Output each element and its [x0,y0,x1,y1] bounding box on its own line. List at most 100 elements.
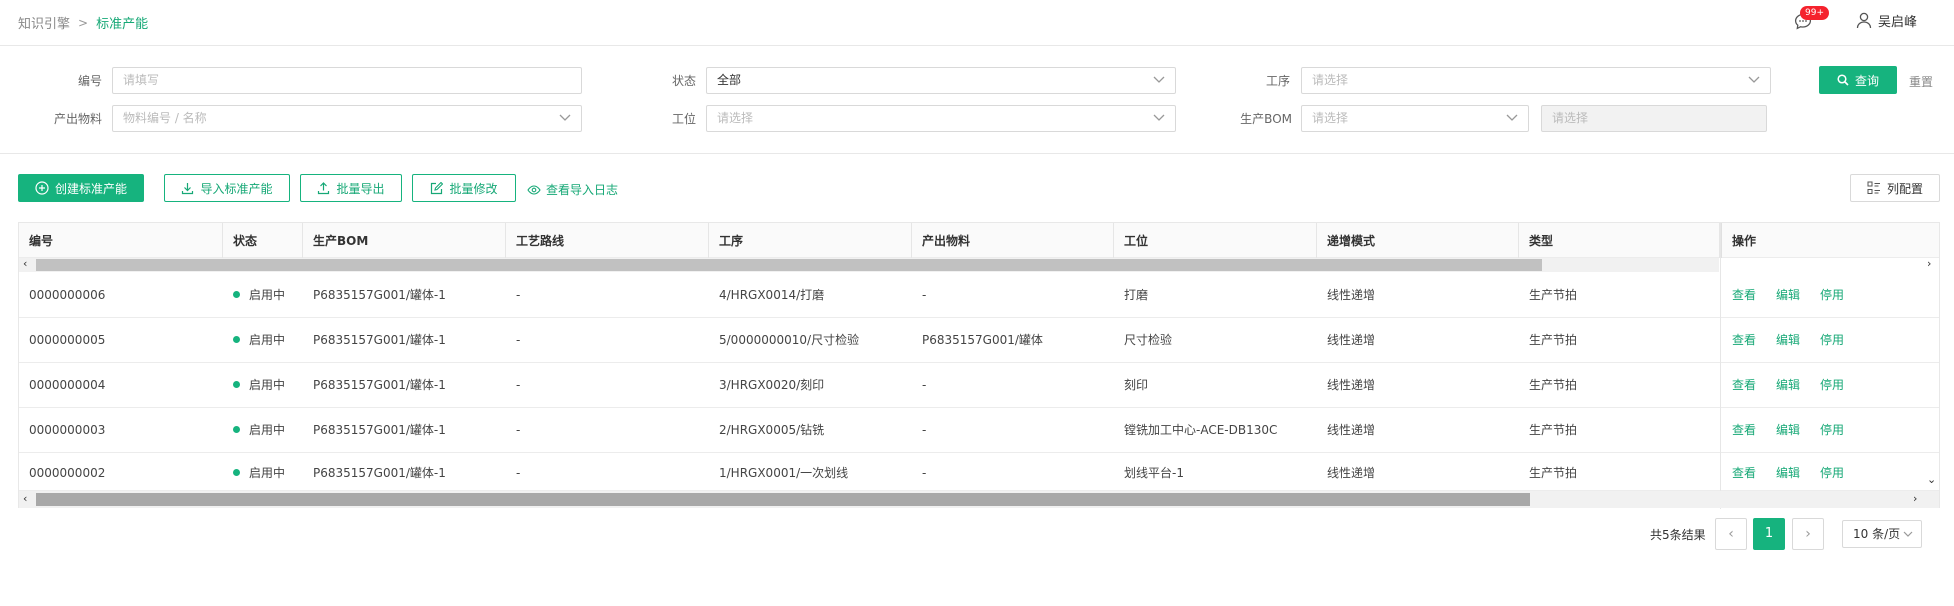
cell-material: P6835157G001/罐体 [922,333,1043,347]
bom-select[interactable]: 请选择 [1301,105,1529,132]
user-menu[interactable]: 吴启峰 [1856,11,1917,30]
scroll-right-icon[interactable]: › [1913,492,1917,505]
column-config-button[interactable]: 列配置 [1850,174,1940,202]
batch-edit-button[interactable]: 批量修改 [412,174,516,202]
view-import-log-label: 查看导入日志 [546,183,619,197]
header-horizontal-scrollbar[interactable]: ‹ [19,257,1719,272]
cell-route: - [516,466,521,480]
chevron-down-icon [1153,114,1165,121]
cell-bom: P6835157G001/罐体-1 [313,466,446,480]
cell-status: 启用中 [223,363,285,407]
status-label: 状态 [671,74,696,88]
cell-code: 0000000003 [29,423,106,437]
view-import-log-link[interactable]: 查看导入日志 [527,181,618,198]
cell-process: 3/HRGX0020/刻印 [719,378,825,392]
status-select-value: 全部 [717,73,742,87]
filter-panel: 编号 请填写 状态 全部 工序 请选择 查询 重置 产出物料 物料编号 / 名称… [0,46,1954,154]
column-config-icon [1867,181,1880,194]
status-dot-icon [233,469,240,476]
bom-version-select: 请选择 [1541,105,1767,132]
import-capacity-button[interactable]: 导入标准产能 [164,174,290,202]
cell-station: 尺寸检验 [1124,333,1173,347]
create-capacity-label: 创建标准产能 [54,181,127,196]
cell-bom: P6835157G001/罐体-1 [313,288,446,302]
cell-mode: 线性递增 [1327,423,1376,437]
cell-process: 1/HRGX0001/一次划线 [719,466,849,480]
table-row: 0000000005 启用中 P6835157G001/罐体-1 - 5/0000000… [19,318,1939,363]
cell-material: - [922,378,927,392]
cell-material: - [922,288,927,302]
code-input[interactable]: 请填写 [112,67,582,94]
cell-code: 0000000002 [29,466,106,480]
page-button[interactable]: 1 [1753,518,1785,550]
column-config-label: 列配置 [1886,181,1923,196]
chevron-down-icon [1506,114,1518,121]
table-row: 0000000006 启用中 P6835157G001/罐体-1 - 4/HRGX001… [19,273,1939,318]
cell-bom: P6835157G001/罐体-1 [313,333,446,347]
material-select[interactable]: 物料编号 / 名称 [112,105,582,132]
breadcrumb-parent[interactable]: 知识引擎 [18,13,70,32]
scroll-left-icon[interactable]: ‹ [23,492,27,505]
reset-button[interactable]: 重置 [1909,73,1933,90]
top-bar: 知识引擎 > 标准产能 99+ 吴启峰 [0,0,1954,46]
next-page-button[interactable]: › [1792,518,1824,550]
status-select[interactable]: 全部 [706,67,1176,94]
scroll-down-icon[interactable]: ⌄ [1927,473,1936,486]
cell-mode: 线性递增 [1327,333,1376,347]
cell-route: - [516,378,521,392]
process-label: 工序 [1265,74,1290,88]
breadcrumb-current: 标准产能 [96,17,149,32]
cell-status: 启用中 [223,408,285,452]
page-size-value: 10 条/页 [1853,527,1901,541]
cell-process: 2/HRGX0005/钻铣 [719,423,825,437]
capacity-table: 编号 状态 生产BOM 工艺路线 工序 产出物料 工位 递增模式 类型 操作 ‹… [18,222,1940,509]
station-select[interactable]: 请选择 [706,105,1176,132]
batch-edit-label: 批量修改 [449,181,498,196]
status-dot-icon [233,336,240,343]
material-select-placeholder: 物料编号 / 名称 [123,111,207,125]
prev-page-button[interactable]: ‹ [1715,518,1747,550]
process-select[interactable]: 请选择 [1301,67,1771,94]
column-header: 工艺路线 [506,223,709,258]
code-label: 编号 [77,74,102,88]
bom-label: 生产BOM [1240,112,1292,126]
station-select-placeholder: 请选择 [717,111,754,125]
scroll-left-icon[interactable]: ‹ [23,257,27,270]
user-icon [1856,12,1872,29]
query-button[interactable]: 查询 [1819,66,1897,94]
batch-export-button[interactable]: 批量导出 [300,174,402,202]
scrollbar-thumb[interactable] [36,259,1542,271]
search-icon [1837,74,1849,86]
status-dot-icon [233,381,240,388]
cell-material: - [922,423,927,437]
scrollbar-thumb[interactable] [36,493,1530,506]
status-text: 启用中 [249,288,286,302]
chevron-down-icon [559,114,571,121]
column-header: 递增模式 [1317,223,1519,258]
cell-mode: 线性递增 [1327,288,1376,302]
cell-route: - [516,288,521,302]
action-toolbar: 创建标准产能 导入标准产能 批量导出 批量修改 查看导入日志 列配置 [0,170,1954,206]
chevron-down-icon [1903,531,1913,537]
status-text: 启用中 [249,423,286,437]
cell-type: 生产节拍 [1529,378,1578,392]
actions-column [1720,223,1939,509]
cell-status: 启用中 [223,453,285,491]
status-text: 启用中 [249,333,286,347]
table-horizontal-scrollbar[interactable]: ‹ › [19,491,1939,508]
cell-station: 划线平台-1 [1124,466,1184,480]
column-header: 工位 [1114,223,1317,258]
message-count-badge: 99+ [1800,6,1829,20]
table-row: 0000000004 启用中 P6835157G001/罐体-1 - 3/HRGX002… [19,363,1939,408]
column-header: 状态 [223,223,303,258]
create-capacity-button[interactable]: 创建标准产能 [18,174,144,202]
cell-code: 0000000004 [29,378,106,392]
status-dot-icon [233,426,240,433]
cell-station: 镗铣加工中心-ACE-DB130C [1124,423,1278,437]
page-size-select[interactable]: 10 条/页 [1842,520,1922,548]
pagination: 共5条结果 ‹ 1 › 10 条/页 [0,518,1954,550]
edit-icon [431,181,444,194]
cell-bom: P6835157G001/罐体-1 [313,423,446,437]
process-select-placeholder: 请选择 [1312,73,1349,87]
column-header: 产出物料 [912,223,1114,258]
